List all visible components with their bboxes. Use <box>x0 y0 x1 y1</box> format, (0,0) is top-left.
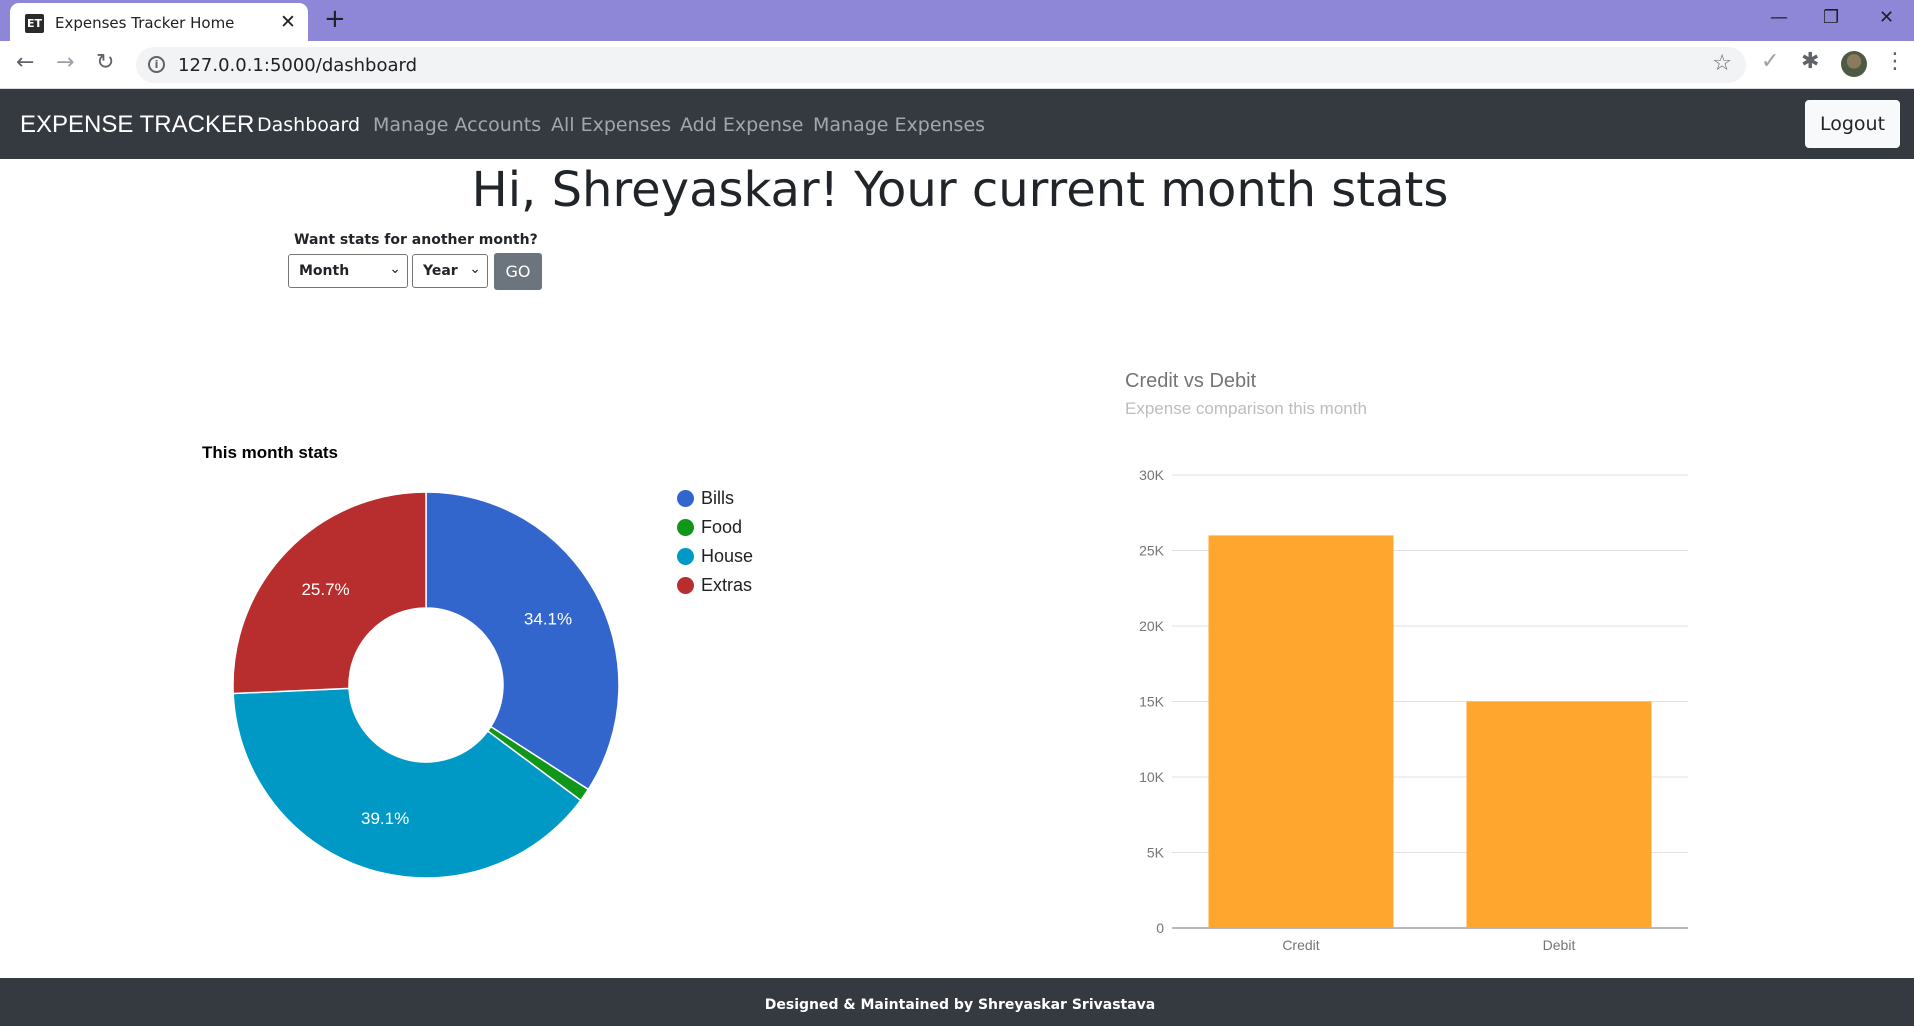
legend-label: Extras <box>701 575 753 595</box>
legend-dot <box>677 577 694 594</box>
site-info-icon[interactable]: i <box>148 56 165 73</box>
close-window-icon[interactable]: ✕ <box>1879 7 1894 28</box>
logout-button[interactable]: Logout <box>1805 100 1900 148</box>
month-select-value: Month <box>299 263 350 279</box>
y-tick-label: 30K <box>1139 467 1165 483</box>
browser-menu-icon[interactable]: ⋮ <box>1884 49 1906 74</box>
y-tick-label: 0 <box>1156 920 1164 936</box>
chevron-down-icon: ⌄ <box>389 261 401 277</box>
reload-icon[interactable]: ↻ <box>96 50 114 75</box>
legend-dot <box>677 519 694 536</box>
legend-dot <box>677 548 694 565</box>
pie-data-label: 39.1% <box>361 809 409 828</box>
browser-toolbar: ← → ↻ i 127.0.0.1:5000/dashboard ☆ ✓ ✱ ⋮ <box>0 41 1914 89</box>
profile-avatar[interactable] <box>1841 51 1867 77</box>
bar-debit[interactable] <box>1466 701 1652 929</box>
pie-chart: 34.1% 39.1% 25.7% <box>232 491 620 879</box>
address-bar[interactable]: i 127.0.0.1:5000/dashboard ☆ <box>136 47 1746 83</box>
y-tick-label: 5K <box>1147 845 1165 861</box>
pie-chart-title: This month stats <box>202 443 339 462</box>
pie-slice-bills[interactable] <box>425 491 620 791</box>
check-extension-icon[interactable]: ✓ <box>1761 49 1779 74</box>
nav-add-expense[interactable]: Add Expense <box>680 114 803 136</box>
x-tick-label: Credit <box>1282 937 1319 953</box>
chevron-down-icon: ⌄ <box>469 261 481 277</box>
bar-chart-title: Credit vs Debit <box>1125 370 1257 392</box>
new-tab-icon[interactable]: + <box>324 4 346 34</box>
tab-title: Expenses Tracker Home <box>55 14 235 32</box>
browser-tab[interactable]: ET Expenses Tracker Home ✕ <box>10 3 308 41</box>
x-tick-label: Debit <box>1543 937 1576 953</box>
y-tick-label: 15K <box>1139 694 1165 710</box>
back-icon[interactable]: ← <box>16 50 34 75</box>
browser-tab-bar: ET Expenses Tracker Home ✕ + — ❐ ✕ <box>0 0 1914 41</box>
month-form-label: Want stats for another month? <box>294 232 538 248</box>
year-select-value: Year <box>423 263 458 279</box>
app-navbar: EXPENSE TRACKER Dashboard Manage Account… <box>0 89 1914 159</box>
footer-text: Designed & Maintained by Shreyaskar Sriv… <box>764 997 1156 1013</box>
legend-label: House <box>701 546 754 566</box>
y-tick-label: 10K <box>1139 769 1165 785</box>
extensions-puzzle-icon[interactable]: ✱ <box>1801 49 1819 74</box>
legend-label: Food <box>701 517 743 537</box>
tab-close-icon[interactable]: ✕ <box>280 11 296 33</box>
nav-manage-accounts[interactable]: Manage Accounts <box>373 114 541 136</box>
go-button[interactable]: GO <box>494 253 542 290</box>
year-select[interactable]: Year ⌄ <box>412 254 488 288</box>
restore-icon[interactable]: ❐ <box>1823 7 1839 28</box>
page-title: Hi, Shreyaskar! Your current month stats <box>471 162 1449 218</box>
url-text[interactable]: 127.0.0.1:5000/dashboard <box>178 55 417 76</box>
y-tick-label: 20K <box>1139 618 1165 634</box>
footer: Designed & Maintained by Shreyaskar Sriv… <box>0 978 1914 1026</box>
bookmark-star-icon[interactable]: ☆ <box>1712 51 1732 76</box>
brand-link[interactable]: EXPENSE TRACKER <box>20 111 254 139</box>
pie-data-label: 25.7% <box>301 580 349 599</box>
legend-dot <box>677 490 694 507</box>
legend-label: Bills <box>701 488 735 508</box>
y-tick-label: 25K <box>1139 543 1165 559</box>
nav-all-expenses[interactable]: All Expenses <box>551 114 671 136</box>
bar-chart: 0 5K 10K 15K 20K 25K 30K Credit Debit <box>1139 467 1688 953</box>
pie-data-label: 34.1% <box>524 609 572 628</box>
minimize-icon[interactable]: — <box>1770 7 1788 28</box>
bar-chart-subtitle: Expense comparison this month <box>1125 399 1367 418</box>
favicon-icon: ET <box>25 14 44 33</box>
month-select[interactable]: Month ⌄ <box>288 254 408 288</box>
nav-dashboard[interactable]: Dashboard <box>257 114 360 136</box>
forward-icon[interactable]: → <box>56 50 74 75</box>
bar-credit[interactable] <box>1208 535 1394 928</box>
nav-manage-expenses[interactable]: Manage Expenses <box>813 114 985 136</box>
